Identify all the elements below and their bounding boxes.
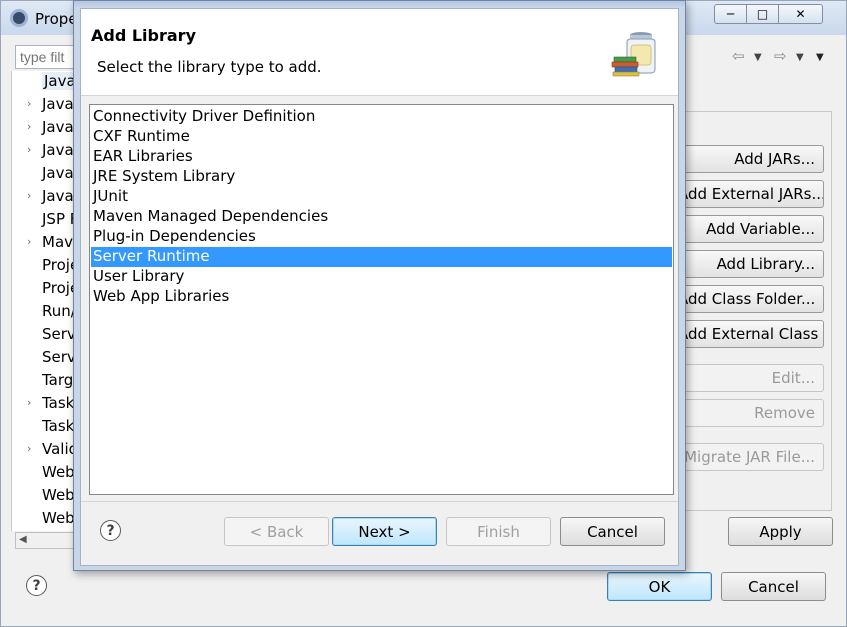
tree-item-label: Java: [42, 141, 74, 159]
forward-nav-dropdown-icon[interactable]: ▼: [796, 52, 804, 63]
chevron-right-icon[interactable]: ›: [27, 235, 31, 248]
dialog-header: Add Library Select the library type to a…: [81, 9, 678, 96]
close-icon: ✕: [795, 7, 806, 21]
library-type-item[interactable]: Connectivity Driver Definition: [91, 107, 672, 127]
tree-item[interactable]: Serv: [12, 347, 81, 370]
dialog-help-icon[interactable]: ?: [100, 520, 121, 541]
side-button[interactable]: Edit...: [677, 364, 824, 392]
eclipse-icon: [10, 9, 28, 27]
tree-item[interactable]: › JavaS: [12, 186, 81, 209]
tree-item[interactable]: Proje: [12, 255, 81, 278]
dialog-subtitle: Select the library type to add.: [97, 58, 322, 76]
properties-title: Prope: [35, 10, 78, 28]
tree-item[interactable]: Targ: [12, 370, 81, 393]
tree-item[interactable]: Run/D: [12, 301, 81, 324]
tree-item-label: Targ: [42, 371, 74, 389]
maximize-button[interactable]: □: [746, 4, 779, 24]
chevron-right-icon[interactable]: ›: [27, 97, 31, 110]
next-button[interactable]: Next >: [332, 517, 437, 546]
tree-item-label: Java: [42, 118, 74, 136]
tree-item-label: Web: [42, 486, 75, 504]
library-type-item[interactable]: Maven Managed Dependencies: [91, 207, 672, 227]
properties-cancel-button[interactable]: Cancel: [721, 572, 826, 601]
tree-item[interactable]: › Mave: [12, 232, 81, 255]
library-type-item[interactable]: JUnit: [91, 187, 672, 207]
chevron-right-icon[interactable]: ›: [27, 442, 31, 455]
tree-item-label: Task: [42, 394, 75, 412]
dialog-body: Add Library Select the library type to a…: [80, 8, 679, 566]
tree-item-label: Serv: [42, 348, 76, 366]
library-type-item[interactable]: Web App Libraries: [91, 287, 672, 307]
tree-item-label: Java: [42, 95, 74, 113]
forward-nav-icon[interactable]: ⇨: [774, 47, 787, 65]
back-button[interactable]: < Back: [224, 517, 329, 546]
tree-item[interactable]: › Valid: [12, 439, 81, 462]
tree-item[interactable]: Web: [12, 508, 81, 531]
chevron-right-icon[interactable]: ›: [27, 396, 31, 409]
tree-item-label: Serv: [42, 325, 76, 343]
view-menu-icon[interactable]: ▼: [816, 52, 824, 63]
finish-button[interactable]: Finish: [446, 517, 551, 546]
tree-item[interactable]: Task: [12, 416, 81, 439]
tree-item[interactable]: Web: [12, 485, 81, 508]
side-button[interactable]: Add External Class Folder...: [677, 320, 824, 348]
library-type-item[interactable]: Plug-in Dependencies: [91, 227, 672, 247]
side-button[interactable]: Remove: [677, 399, 824, 427]
back-nav-dropdown-icon[interactable]: ▼: [754, 52, 762, 63]
library-type-item[interactable]: CXF Runtime: [91, 127, 672, 147]
tree-item-label: Task: [42, 417, 75, 435]
back-nav-icon[interactable]: ⇦: [732, 47, 745, 65]
library-type-item[interactable]: EAR Libraries: [91, 147, 672, 167]
library-type-list[interactable]: Connectivity Driver Definition CXF Runtim…: [89, 104, 674, 495]
tree-horizontal-scrollbar[interactable]: ◀: [15, 532, 75, 549]
minimize-button[interactable]: ─: [714, 4, 747, 24]
maximize-icon: □: [756, 7, 769, 21]
side-button[interactable]: Add External JARs...: [677, 180, 824, 208]
tree-item[interactable]: › Java: [12, 140, 81, 163]
side-button[interactable]: Migrate JAR File...: [677, 443, 824, 471]
add-library-dialog: Add Library Select the library type to a…: [73, 0, 686, 571]
dialog-titlebar: [74, 1, 685, 8]
tree-item[interactable]: Web: [12, 462, 81, 485]
tree-item[interactable]: JSP F: [12, 209, 81, 232]
dialog-cancel-button[interactable]: Cancel: [560, 517, 665, 546]
chevron-right-icon[interactable]: ›: [27, 120, 31, 133]
tree-item[interactable]: › Java: [12, 94, 81, 117]
library-jar-icon: [611, 32, 656, 77]
tree-item-label: Web: [42, 463, 75, 481]
dialog-button-separator: [81, 501, 678, 502]
ok-button[interactable]: OK: [607, 572, 712, 601]
library-type-item[interactable]: User Library: [91, 267, 672, 287]
side-button[interactable]: Add Variable...: [677, 215, 824, 243]
apply-button[interactable]: Apply: [728, 517, 833, 546]
tree-item[interactable]: › Task: [12, 393, 81, 416]
side-button[interactable]: Add Class Folder...: [677, 285, 824, 313]
minimize-icon: ─: [726, 7, 735, 21]
tree-item-label: Web: [42, 509, 75, 527]
library-type-item[interactable]: Server Runtime: [91, 247, 672, 267]
side-button[interactable]: Add JARs...: [677, 145, 824, 173]
tree-item[interactable]: Serv: [12, 324, 81, 347]
library-type-item[interactable]: JRE System Library: [91, 167, 672, 187]
tree-item[interactable]: Javad: [12, 163, 81, 186]
properties-tree[interactable]: Java › Java › Java › Java Javad › JavaS JSP F › Mave…: [11, 71, 81, 531]
dialog-title: Add Library: [91, 26, 196, 45]
tree-item[interactable]: › Java: [12, 117, 81, 140]
chevron-right-icon[interactable]: ›: [27, 189, 31, 202]
tree-item[interactable]: Proje: [12, 278, 81, 301]
properties-help-icon[interactable]: ?: [26, 575, 47, 596]
chevron-right-icon[interactable]: ›: [27, 143, 31, 156]
side-button[interactable]: Add Library...: [677, 250, 824, 278]
close-button[interactable]: ✕: [778, 4, 823, 24]
tree-item[interactable]: Java: [12, 71, 81, 94]
scroll-left-icon: ◀: [19, 534, 27, 545]
